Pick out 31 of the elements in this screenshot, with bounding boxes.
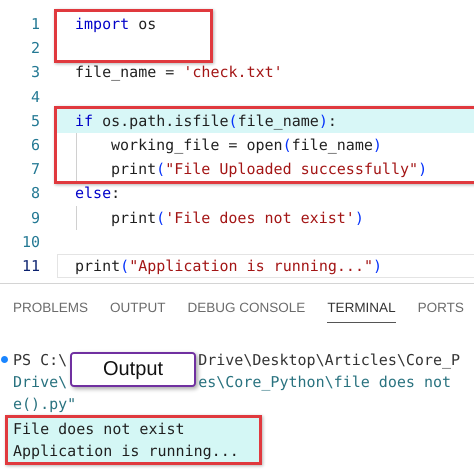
terminal-command: Drive\ (13, 373, 68, 391)
panel-tab[interactable]: PROBLEMS (13, 296, 88, 323)
panel-tab[interactable]: OUTPUT (110, 296, 166, 323)
terminal-output: Application is running... (13, 442, 239, 460)
code-line: else: (75, 183, 122, 204)
terminal-command: Drive\Desktop\Articles\Core_P (198, 351, 460, 369)
line-number: 1 (30, 14, 40, 35)
line-number: 2 (30, 38, 40, 60)
panel-tab[interactable]: TERMINAL (327, 296, 396, 323)
line-number: 11 (20, 256, 40, 277)
code-line: print("Application is running...") (57, 254, 474, 278)
terminal-output: File does not exist (13, 420, 185, 438)
output-callout: Output (70, 352, 196, 387)
panel-tab[interactable]: DEBUG CONSOLE (188, 296, 306, 323)
code-line: print('File does not exist') (75, 206, 474, 230)
line-number: 7 (30, 159, 40, 180)
line-number: 8 (30, 183, 40, 204)
terminal-command: PS C:\ (13, 351, 68, 369)
line-number: 9 (30, 208, 40, 228)
line-number: 4 (30, 86, 40, 108)
line-number: 5 (30, 110, 40, 132)
terminal-command: e().py" (13, 395, 76, 413)
terminal-command: es\Core_Python\file does not (198, 373, 452, 391)
line-number: 3 (30, 62, 40, 84)
panel-tab[interactable]: PORTS (418, 296, 464, 323)
code-line: file_name = 'check.txt' (75, 62, 284, 84)
line-number: 10 (20, 232, 40, 253)
code-line: import os (75, 14, 158, 35)
code-line: working_file = open(file_name) (75, 132, 474, 158)
code-line: print("File Uploaded successfully") (75, 157, 474, 182)
line-number: 6 (30, 134, 40, 156)
